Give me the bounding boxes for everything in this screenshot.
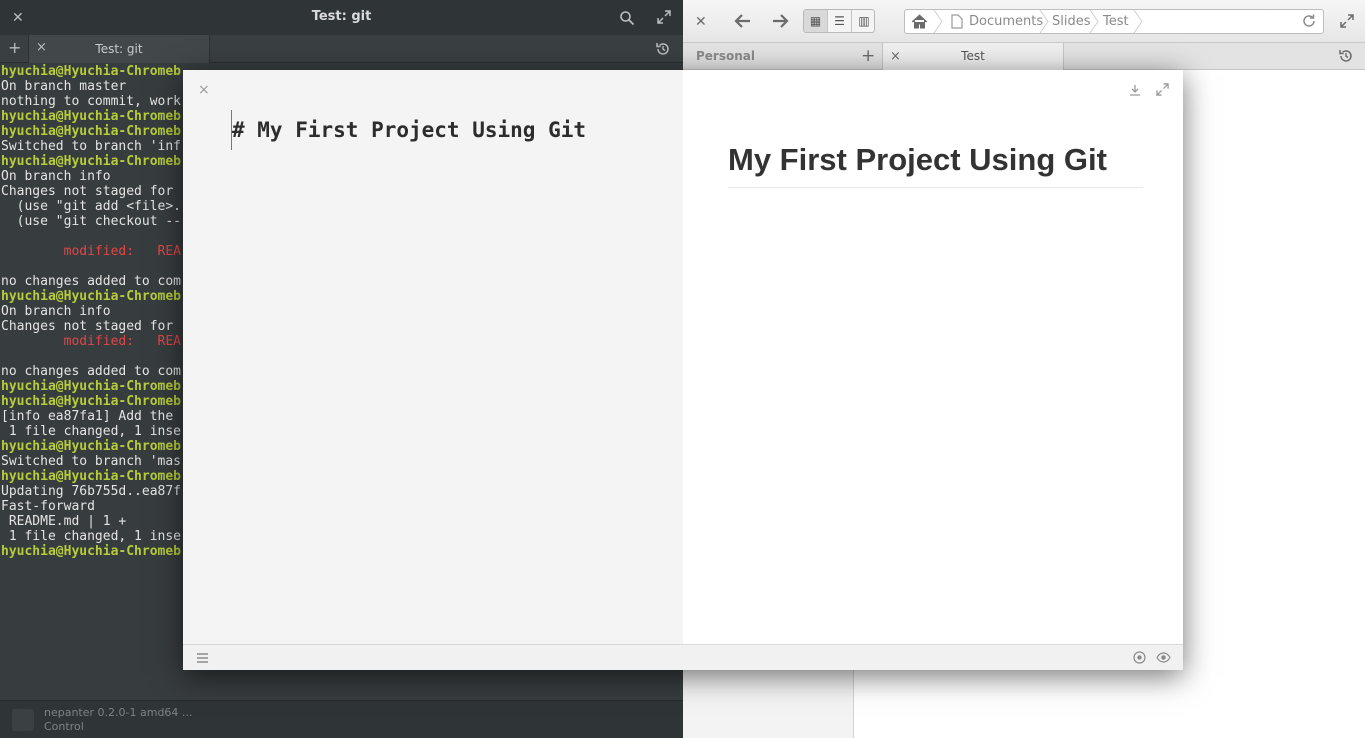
terminal-tabbar: + × Test: git — [0, 35, 683, 63]
new-tab-icon[interactable]: + — [8, 40, 21, 56]
crumb-separator — [1133, 10, 1143, 33]
column-view-icon[interactable]: ▥ — [852, 10, 874, 32]
crumb-separator — [1039, 10, 1049, 33]
file-manager-toolbar: ✕ ▦ ☰ ▥ Documents Slides Test — [683, 0, 1365, 43]
file-manager-tabbar: Personal + × Test — [683, 43, 1365, 70]
forward-arrow-icon[interactable] — [771, 12, 789, 33]
markdown-source-pane[interactable]: × — [183, 70, 683, 644]
target-icon[interactable] — [1133, 651, 1146, 666]
grid-view-icon[interactable]: ▦ — [804, 10, 828, 32]
preview-heading-rule — [728, 187, 1143, 188]
download-icon[interactable] — [1129, 84, 1141, 98]
new-tab-icon[interactable]: + — [861, 48, 875, 65]
crumb-documents[interactable]: Documents — [969, 14, 1043, 29]
terminal-statusbar: nepanter 0.2.0-1 amd64 ... Control — [0, 700, 683, 738]
preview-heading: My First Project Using Git — [728, 142, 1107, 177]
history-icon[interactable] — [655, 41, 671, 60]
close-icon[interactable]: ✕ — [695, 14, 707, 30]
close-icon[interactable]: × — [198, 83, 210, 97]
crumb-separator — [1089, 10, 1099, 33]
folder-icon — [951, 14, 963, 32]
terminal-title: Test: git — [311, 9, 372, 24]
terminal-titlebar: ✕ Test: git — [0, 0, 683, 35]
tab-label: Test — [961, 49, 985, 63]
tab-test[interactable]: × Test — [882, 43, 1064, 70]
crumb-slides[interactable]: Slides — [1052, 14, 1091, 29]
fullscreen-icon[interactable] — [1156, 83, 1169, 98]
breadcrumb[interactable]: Documents Slides Test — [904, 9, 1324, 34]
status-text: nepanter 0.2.0-1 amd64 ... Control — [44, 706, 193, 733]
maximize-icon[interactable] — [657, 10, 671, 27]
sidebar-heading-personal: Personal — [696, 49, 755, 63]
markdown-editor-window: × # My First Project Using Git My First … — [183, 70, 1183, 670]
list-view-icon[interactable]: ☰ — [828, 10, 852, 32]
menu-icon[interactable] — [196, 652, 209, 666]
home-icon[interactable] — [911, 14, 928, 32]
markdown-source-text[interactable]: # My First Project Using Git — [232, 118, 586, 142]
tab-label: Test: git — [95, 42, 143, 56]
crumb-separator — [933, 10, 943, 33]
view-mode-switcher: ▦ ☰ ▥ — [803, 9, 875, 33]
reload-icon[interactable] — [1301, 13, 1317, 32]
eye-icon[interactable] — [1156, 651, 1171, 666]
maximize-icon[interactable] — [1340, 14, 1354, 31]
editor-footer — [183, 644, 1183, 670]
crumb-test[interactable]: Test — [1103, 14, 1129, 29]
search-icon[interactable] — [619, 10, 635, 29]
tab-terminal[interactable]: × Test: git — [28, 35, 210, 63]
history-icon[interactable] — [1338, 48, 1354, 67]
back-arrow-icon[interactable] — [734, 12, 752, 33]
app-icon — [12, 709, 34, 731]
